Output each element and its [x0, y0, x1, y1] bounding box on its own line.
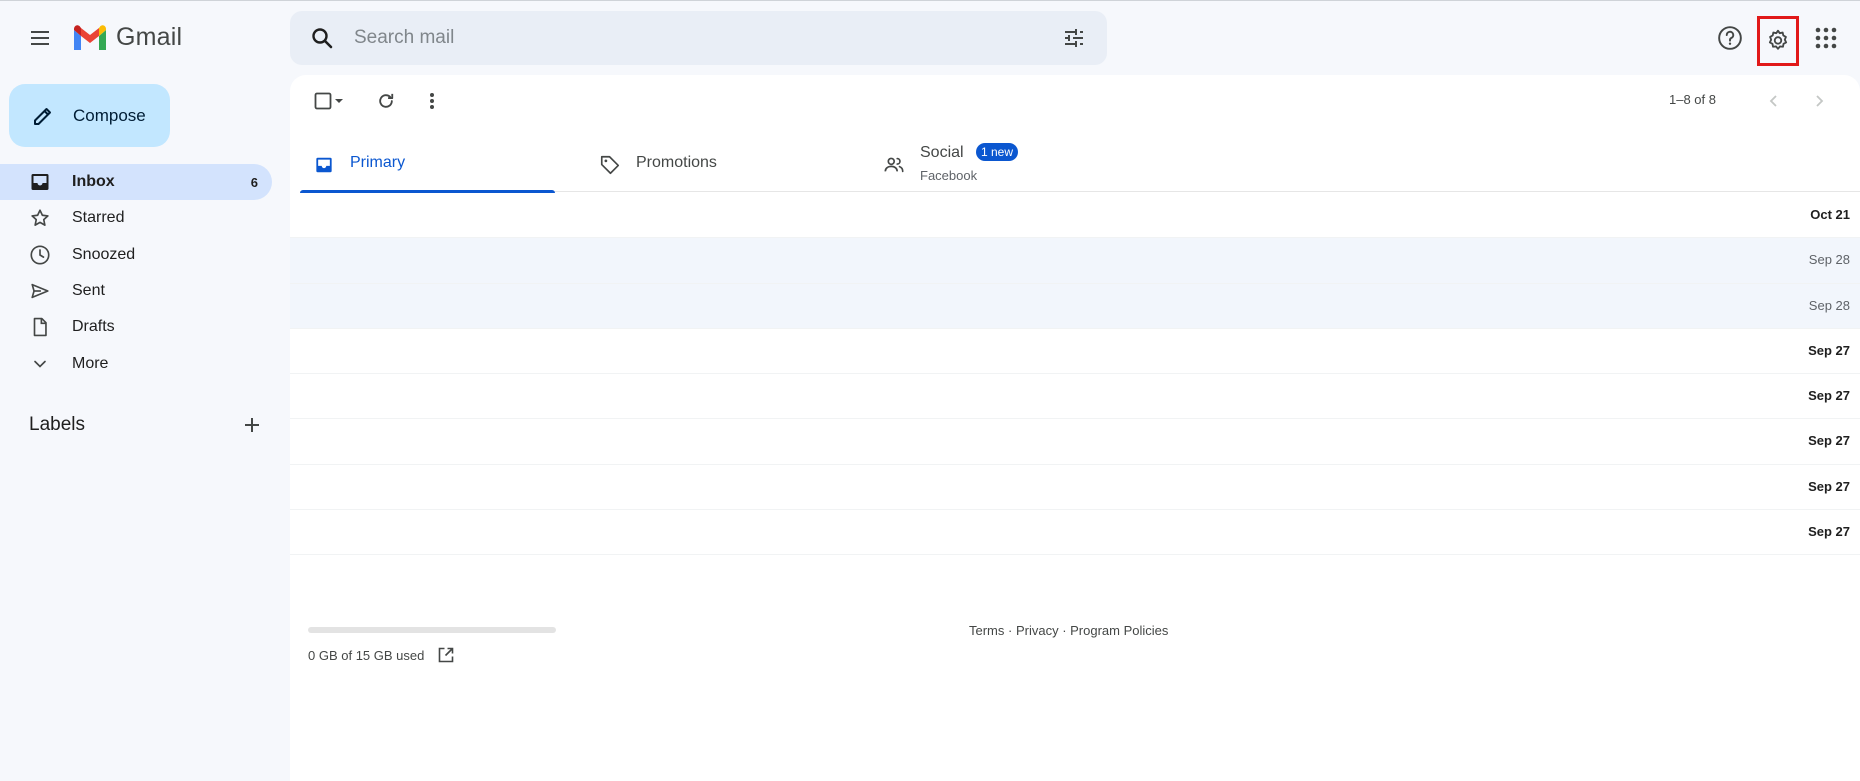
email-list: Oct 21 Sep 28 Sep 28 Sep 27 Sep 27 Sep 27 Sep …: [290, 193, 1860, 556]
send-icon: [28, 279, 52, 303]
support-button[interactable]: [1712, 20, 1748, 56]
main-menu-button[interactable]: [20, 18, 60, 58]
sidebar-item-snoozed[interactable]: Snoozed: [0, 237, 272, 273]
open-in-new-icon[interactable]: [436, 645, 456, 665]
tag-icon: [598, 153, 622, 177]
inbox-icon: [312, 153, 336, 177]
privacy-link[interactable]: Privacy: [1016, 623, 1059, 638]
inbox-icon: [28, 170, 52, 194]
email-row[interactable]: Sep 27: [290, 510, 1860, 556]
caret-down-icon: [333, 95, 345, 107]
plus-icon: [243, 416, 261, 434]
storage-info: 0 GB of 15 GB used: [308, 645, 456, 665]
sidebar-item-more[interactable]: More: [0, 345, 272, 381]
newer-button[interactable]: [1758, 85, 1790, 117]
email-date: Sep 27: [1808, 524, 1850, 540]
email-row[interactable]: Sep 27: [290, 419, 1860, 465]
settings-button[interactable]: [1757, 16, 1799, 66]
new-count-badge: 1 new: [976, 143, 1019, 161]
email-date: Sep 28: [1808, 252, 1850, 268]
help-icon: [1717, 25, 1743, 51]
footer-links: Terms · Privacy · Program Policies: [969, 623, 1168, 638]
tab-primary[interactable]: Primary: [300, 135, 555, 193]
chevron-right-icon: [1811, 93, 1827, 109]
search-icon[interactable]: [308, 24, 336, 52]
email-date: Sep 27: [1808, 433, 1850, 449]
email-row[interactable]: Oct 21: [290, 193, 1860, 239]
storage-text: 0 GB of 15 GB used: [308, 647, 425, 663]
chevron-left-icon: [1766, 93, 1782, 109]
email-date: Sep 27: [1808, 342, 1850, 358]
search-input[interactable]: [354, 19, 1034, 57]
terms-link[interactable]: Terms: [969, 623, 1004, 638]
email-date: Oct 21: [1810, 207, 1850, 222]
refresh-button[interactable]: [370, 85, 402, 117]
email-date: Sep 28: [1808, 297, 1850, 313]
sidebar-item-label: Sent: [72, 282, 105, 300]
tab-label: Promotions: [636, 154, 717, 171]
email-row[interactable]: Sep 27: [290, 465, 1860, 511]
clock-icon: [28, 243, 52, 267]
pencil-icon: [29, 102, 57, 130]
tab-label: Primary: [350, 154, 406, 171]
apps-grid-icon: [1815, 27, 1837, 49]
mail-toolbar: 1–8 of 8: [290, 75, 1860, 127]
search-bar: [290, 11, 1107, 65]
draft-icon: [28, 315, 52, 339]
people-icon: [882, 153, 906, 177]
refresh-icon: [376, 91, 396, 111]
pagination-info: 1–8 of 8: [1669, 92, 1716, 107]
sidebar-item-drafts[interactable]: Drafts: [0, 309, 272, 345]
gmail-m-icon: [72, 24, 108, 52]
top-header: Gmail: [0, 1, 1860, 75]
compose-button[interactable]: Compose: [9, 84, 170, 147]
search-options-icon[interactable]: [1060, 24, 1088, 52]
email-date: Sep 27: [1808, 478, 1850, 494]
labels-heading: Labels: [29, 414, 85, 435]
sidebar-item-label: Drafts: [72, 318, 115, 336]
create-label-button[interactable]: [238, 411, 266, 439]
more-vertical-icon: [429, 92, 435, 110]
sidebar-item-label: Starred: [72, 209, 125, 227]
email-date: Sep 27: [1808, 388, 1850, 404]
tab-label: Social: [920, 144, 964, 161]
mail-list-panel: 1–8 of 8 Primary Promotions Social 1 new…: [290, 75, 1860, 781]
program-policies-link[interactable]: Program Policies: [1070, 623, 1168, 638]
email-row[interactable]: Sep 28: [290, 283, 1860, 329]
chevron-down-icon: [28, 352, 52, 376]
gear-icon: [1765, 28, 1791, 54]
sidebar-item-starred[interactable]: Starred: [0, 200, 272, 236]
select-options-dropdown[interactable]: [328, 85, 350, 117]
email-row[interactable]: Sep 27: [290, 329, 1860, 375]
category-tabs: Primary Promotions Social 1 new Facebook: [300, 135, 1860, 193]
link-separator: ·: [1004, 623, 1016, 638]
sidebar-item-inbox[interactable]: Inbox 6: [0, 164, 272, 201]
email-row[interactable]: Sep 28: [290, 238, 1860, 284]
more-actions-button[interactable]: [416, 85, 448, 117]
link-separator: ·: [1058, 623, 1071, 638]
tab-social[interactable]: Social 1 new Facebook: [870, 135, 1125, 192]
sidebar-nav: Inbox 6 Starred Snoozed Sent Drafts More: [0, 164, 272, 382]
tab-sender-preview: Facebook: [920, 168, 978, 183]
app-name: Gmail: [116, 23, 183, 51]
gmail-logo[interactable]: Gmail: [72, 23, 182, 52]
hamburger-menu-icon: [28, 26, 52, 50]
older-button[interactable]: [1803, 85, 1835, 117]
tab-promotions[interactable]: Promotions: [586, 135, 841, 192]
sidebar-item-sent[interactable]: Sent: [0, 273, 272, 309]
google-apps-button[interactable]: [1808, 20, 1844, 56]
sidebar-item-label: Inbox: [72, 173, 115, 191]
sidebar-item-label: Snoozed: [72, 245, 136, 263]
storage-progress-bar: [308, 627, 556, 633]
unread-count: 6: [250, 174, 258, 190]
sidebar-item-label: More: [72, 354, 109, 372]
compose-label: Compose: [73, 105, 146, 125]
email-row[interactable]: Sep 27: [290, 374, 1860, 420]
star-icon: [28, 206, 52, 230]
